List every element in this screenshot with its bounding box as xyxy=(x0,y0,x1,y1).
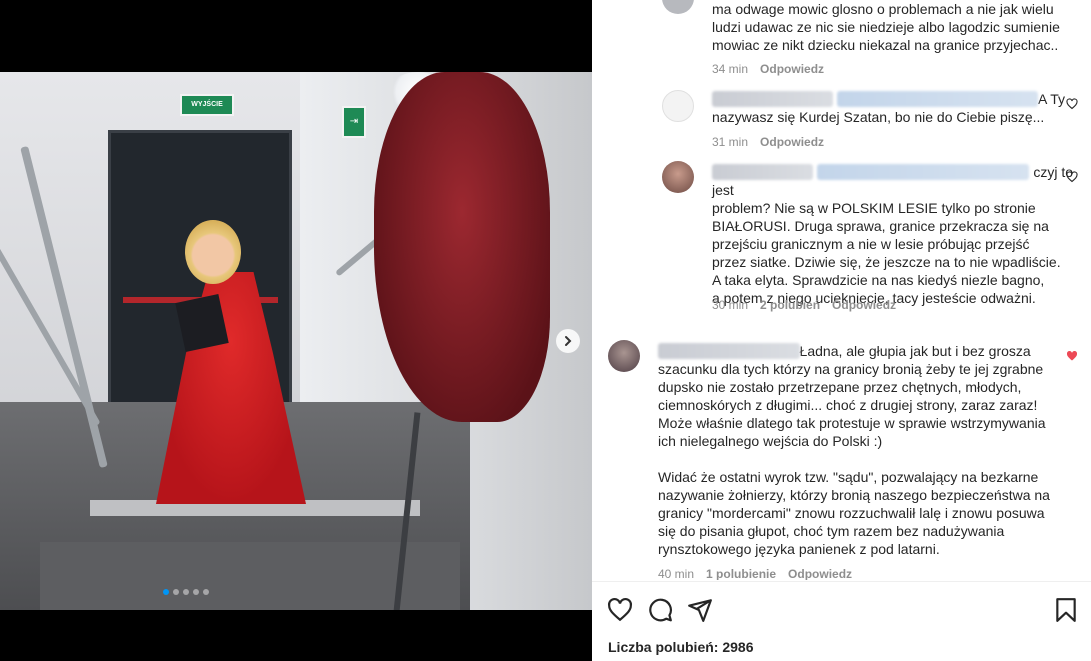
carousel-dot xyxy=(193,589,199,595)
avatar[interactable] xyxy=(662,161,694,193)
comment-likes[interactable]: 2 polubień xyxy=(760,298,820,312)
comment-mention[interactable]: @mmmmmmmmmmmmmmmmm xyxy=(817,164,1030,180)
reply-button[interactable]: Odpowiedz xyxy=(788,567,852,580)
carousel-dot xyxy=(163,589,169,595)
exit-sign-arrow: ⇥ xyxy=(342,106,366,138)
carousel-dot xyxy=(203,589,209,595)
comment-username[interactable]: wwwwwwwwww xyxy=(712,164,814,180)
avatar[interactable] xyxy=(608,340,640,372)
comment-line: granicy "mordercami" znowu rozzuchwalił … xyxy=(658,505,1045,521)
heart-icon[interactable] xyxy=(607,597,633,623)
exit-sign: WYJŚCIE xyxy=(180,94,234,116)
carousel-dots xyxy=(163,589,209,595)
like-comment-icon[interactable] xyxy=(1066,98,1078,110)
comment-username[interactable]: wwwwwwwwwwww xyxy=(712,91,834,107)
comment-time[interactable]: 30 min xyxy=(712,298,748,312)
comment-line: ludzi udawac ze nic sie niedzieje albo l… xyxy=(712,19,1060,35)
post-photo[interactable]: WYJŚCIE ⇥ xyxy=(0,72,592,610)
carousel-dot xyxy=(173,589,179,595)
comment-mention[interactable]: @mmmmmmmmmmmmmmmm xyxy=(837,91,1039,107)
comment-line: ich nielegalnego wejścia do Polski :) xyxy=(658,433,883,449)
post-media: WYJŚCIE ⇥ xyxy=(0,0,592,661)
comment-line: nazywasz się Kurdej Szatan, bo nie do Ci… xyxy=(712,109,1045,125)
reply-button[interactable]: Odpowiedz xyxy=(760,62,824,76)
comment-line: nazywanie żołnierzy, którzy bronią nasze… xyxy=(658,487,1050,503)
reply-button[interactable]: Odpowiedz xyxy=(832,298,896,312)
comment-line: A taka elyta. Sprawdzicie na nas kiedyś … xyxy=(712,272,1045,288)
avatar[interactable] xyxy=(662,90,694,122)
comment-line: dupsko nie zostało przetrzepane przez ch… xyxy=(658,379,1022,395)
comment-time[interactable]: 40 min xyxy=(658,567,694,580)
share-icon[interactable] xyxy=(687,597,713,623)
liked-comment-icon[interactable] xyxy=(1066,350,1078,362)
comment-line: ma odwage mowic glosno o problemach a ni… xyxy=(712,1,1054,17)
comment-username[interactable]: wwwwwwwwwwwwww xyxy=(658,343,800,359)
next-slide-button[interactable] xyxy=(556,329,580,353)
carousel-dot xyxy=(183,589,189,595)
chevron-right-icon xyxy=(565,336,572,346)
comment-line: ciemnoskórych z długimi... choć z drugie… xyxy=(658,397,1038,413)
comment-icon[interactable] xyxy=(647,597,673,623)
comment-line: Ładna, ale głupia jak but i bez grosza xyxy=(799,343,1031,359)
reply-button[interactable]: Odpowiedz xyxy=(760,135,824,149)
comment-line: A Ty xyxy=(1038,91,1066,107)
comment-line: szacunku dla tych którzy na granicy bron… xyxy=(658,361,1044,377)
comment-line: się do pisania głupot, choć tym razem be… xyxy=(658,523,1005,539)
comment-line: rynsztokowego języka panienek z pod lata… xyxy=(658,541,940,557)
comments-list[interactable]: ma odwage mowic glosno o problemach a ni… xyxy=(592,0,1091,580)
comment-time[interactable]: 31 min xyxy=(712,135,748,149)
likes-value: 2986 xyxy=(722,639,754,655)
comment-time[interactable]: 34 min xyxy=(712,62,748,76)
comment-line: przez siatke. Dziwie się, że jeszcze na … xyxy=(712,254,1061,270)
comment-likes[interactable]: 1 polubienie xyxy=(706,567,776,580)
comment-line: BIAŁORUSI. Druga sprawa, granice przekra… xyxy=(712,218,1049,234)
like-comment-icon[interactable] xyxy=(1066,171,1078,183)
likes-count[interactable]: Liczba polubień: 2986 xyxy=(608,639,754,655)
bookmark-icon[interactable] xyxy=(1053,597,1079,623)
post-actions: Liczba polubień: 2986 xyxy=(592,581,1091,661)
woman-head xyxy=(185,220,241,284)
avatar[interactable] xyxy=(662,0,694,14)
comments-panel: ma odwage mowic glosno o problemach a ni… xyxy=(592,0,1091,661)
comment-line: Może właśnie dlatego tak protestuje w sp… xyxy=(658,415,1046,431)
comment-line: przejściu granicznym a nie w lesie próbu… xyxy=(712,236,1030,252)
comment-line: Widać że ostatni wyrok tzw. "sądu", pozw… xyxy=(658,469,1039,485)
comment-line: mowiac ze nikt dziecku niekazal na grani… xyxy=(712,37,1059,53)
comment-line: problem? Nie są w POLSKIM LESIE tylko po… xyxy=(712,200,1036,216)
red-jacket xyxy=(374,72,550,422)
likes-label: Liczba polubień: xyxy=(608,639,719,655)
